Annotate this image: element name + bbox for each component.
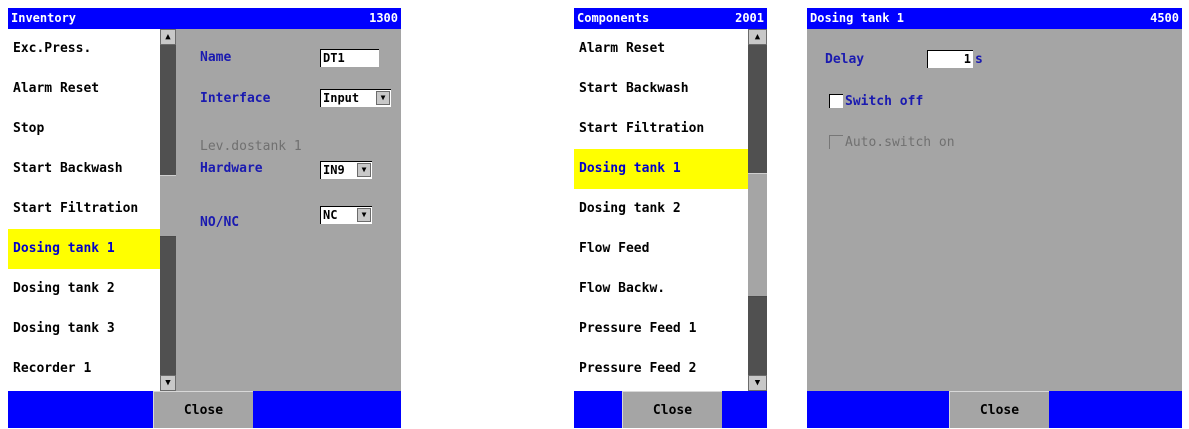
dosing-bottombar: Close (807, 391, 1182, 428)
scroll-down-arrow-icon[interactable]: ▼ (160, 375, 176, 391)
interface-value: Input (323, 91, 360, 105)
dropdown-arrow-icon[interactable]: ▼ (376, 91, 390, 105)
name-field[interactable]: DT1 (320, 49, 379, 67)
scroll-up-arrow-icon[interactable]: ▲ (160, 29, 176, 45)
close-button[interactable]: Close (153, 391, 253, 428)
dosing-code: 4500 (1150, 11, 1179, 25)
list-item[interactable]: Start Filtration (574, 109, 748, 149)
nonc-select[interactable]: NC ▼ (320, 206, 372, 224)
components-title: Components (577, 11, 650, 25)
dosing-title: Dosing tank 1 (810, 11, 904, 25)
inventory-code: 1300 (369, 11, 398, 25)
scroll-track[interactable] (160, 45, 176, 175)
components-scrollbar[interactable]: ▲ ▼ (748, 29, 767, 391)
dropdown-arrow-icon[interactable]: ▼ (357, 163, 371, 177)
list-item[interactable]: Alarm Reset (8, 69, 160, 109)
interface-label: Interface (200, 91, 271, 106)
inventory-titlebar: Inventory 1300 (8, 8, 401, 29)
list-item-selected[interactable]: Dosing tank 1 (574, 149, 748, 189)
switch-off-checkbox[interactable] (829, 94, 843, 108)
hardware-value: IN9 (323, 163, 345, 177)
list-item[interactable]: Stop (8, 109, 160, 149)
list-item[interactable]: Pressure Feed 2 (574, 349, 748, 389)
switch-off-label[interactable]: Switch off (845, 94, 923, 109)
delay-field[interactable]: 1 (927, 50, 973, 68)
inventory-list: Exc.Press. Alarm Reset Stop Start Backwa… (8, 29, 160, 391)
scroll-track[interactable] (160, 237, 176, 375)
components-window: Components 2001 Alarm Reset Start Backwa… (574, 8, 767, 428)
list-item[interactable]: Dosing tank 2 (8, 269, 160, 309)
list-item[interactable]: Start Backwash (574, 69, 748, 109)
delay-label: Delay (825, 52, 865, 67)
lev-dostank-label: Lev.dostank 1 (200, 139, 302, 154)
scroll-thumb[interactable] (748, 173, 767, 297)
list-item[interactable]: Start Backwash (8, 149, 160, 189)
scroll-track[interactable] (748, 45, 767, 173)
list-item[interactable]: Exc.Press. (8, 29, 160, 69)
nonc-value: NC (323, 208, 338, 222)
components-code: 2001 (735, 11, 764, 25)
inventory-bottombar: Close (8, 391, 401, 428)
list-item[interactable]: Flow Feed (574, 229, 748, 269)
interface-select[interactable]: Input ▼ (320, 89, 391, 107)
close-button[interactable]: Close (949, 391, 1049, 428)
list-item-selected[interactable]: Dosing tank 1 (8, 229, 160, 269)
components-bottombar: Close (574, 391, 767, 428)
nonc-label: NO/NC (200, 215, 240, 230)
auto-switch-checkbox (829, 135, 843, 149)
close-button[interactable]: Close (622, 391, 722, 428)
list-item[interactable]: Recorder 1 (8, 349, 160, 389)
list-item[interactable]: Pressure Feed 1 (574, 309, 748, 349)
list-item[interactable]: Alarm Reset (574, 29, 748, 69)
name-label: Name (200, 50, 232, 65)
list-item[interactable]: Flow Backw. (574, 269, 748, 309)
auto-switch-label: Auto.switch on (845, 135, 955, 150)
delay-unit: s (975, 52, 983, 67)
inventory-scrollbar[interactable]: ▲ ▼ (160, 29, 176, 391)
dropdown-arrow-icon[interactable]: ▼ (357, 208, 371, 222)
scroll-up-arrow-icon[interactable]: ▲ (748, 29, 767, 45)
dosing-window: Dosing tank 1 4500 Delay 1 s Switch off … (807, 8, 1182, 428)
scroll-down-arrow-icon[interactable]: ▼ (748, 375, 767, 391)
list-item[interactable]: Start Filtration (8, 189, 160, 229)
hardware-select[interactable]: IN9 ▼ (320, 161, 372, 179)
scroll-track[interactable] (748, 297, 767, 375)
list-item[interactable]: Dosing tank 2 (574, 189, 748, 229)
list-item[interactable]: Dosing tank 3 (8, 309, 160, 349)
inventory-title: Inventory (11, 11, 77, 25)
inventory-window: Inventory 1300 Exc.Press. Alarm Reset St… (8, 8, 401, 428)
dosing-titlebar: Dosing tank 1 4500 (807, 8, 1182, 29)
components-list: Alarm Reset Start Backwash Start Filtrat… (574, 29, 748, 391)
delay-value: 1 (963, 52, 971, 66)
components-titlebar: Components 2001 (574, 8, 767, 29)
scroll-thumb[interactable] (160, 175, 176, 237)
hardware-label: Hardware (200, 161, 263, 176)
